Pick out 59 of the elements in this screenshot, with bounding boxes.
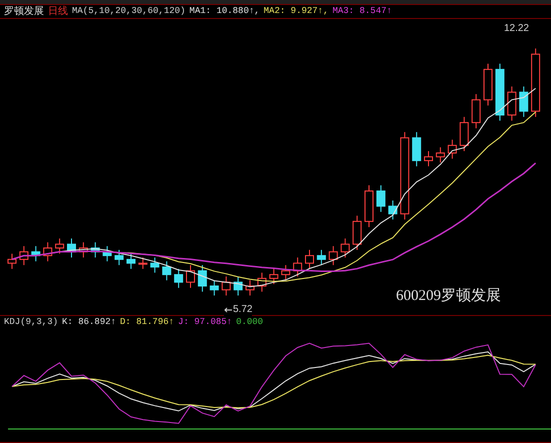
chart-caption: 600209罗顿发展 — [396, 287, 501, 306]
candlestick — [198, 264, 207, 292]
kdj-spec: KDJ(9,3,3) — [4, 316, 58, 329]
candlestick — [364, 184, 374, 228]
candlestick — [246, 280, 254, 296]
candlestick — [340, 238, 350, 258]
candlestick — [412, 132, 422, 167]
candlestick — [376, 184, 386, 212]
period-label: 日线 — [48, 4, 68, 19]
candlestick — [138, 257, 148, 270]
candlestick — [19, 246, 28, 266]
candlestick — [531, 48, 540, 118]
ma-value: MA1: 10.880↑, — [189, 4, 260, 18]
candlestick — [43, 242, 52, 262]
candlestick — [78, 242, 88, 258]
candlestick — [281, 264, 290, 281]
candlestick — [316, 249, 326, 266]
high-price-label: 12.22 — [504, 22, 529, 36]
candlestick — [472, 94, 481, 129]
candlestick — [448, 139, 457, 160]
ma-spec: MA(5,10,20,30,60,120) — [72, 4, 186, 18]
candlestick — [150, 257, 160, 274]
candlestick — [424, 150, 433, 167]
stock-name: 罗顿发展 — [4, 5, 44, 19]
candlestick — [305, 249, 314, 270]
candlestick — [436, 146, 445, 163]
candlestick — [388, 200, 398, 220]
candlestick — [31, 246, 40, 262]
candlestick — [222, 276, 231, 296]
candlestick — [114, 249, 124, 266]
candlestick — [484, 63, 492, 106]
kdj-value: K: 86.892↑ — [62, 316, 116, 329]
ma-value: MA3: 8.547↑ — [332, 4, 392, 18]
kdj-value: D: 81.796↑ — [120, 316, 174, 329]
candlestick — [186, 264, 195, 288]
candlestick — [102, 246, 112, 262]
candlestick — [507, 86, 516, 122]
candlestick — [8, 253, 16, 270]
candlestick — [293, 257, 302, 277]
candlestick — [174, 268, 184, 288]
ma-value: MA2: 9.927↑, — [264, 4, 328, 18]
candlestick — [234, 276, 243, 296]
kdj-value: 0.000 — [236, 316, 264, 329]
candlestick — [328, 246, 338, 266]
candlestick — [210, 280, 219, 296]
candlestick — [126, 253, 136, 270]
candlestick — [460, 116, 469, 152]
low-price-label: 5.72 — [233, 303, 252, 317]
kdj-value: J: 97.085↑ — [178, 316, 232, 329]
candlestick — [257, 272, 266, 292]
candlestick — [55, 238, 64, 254]
candlestick — [519, 86, 528, 118]
candlestick — [269, 268, 278, 285]
candlestick — [162, 260, 172, 281]
candlestick — [495, 63, 504, 122]
candlestick — [352, 215, 362, 250]
candlestick — [67, 238, 76, 258]
arrow-icon — [224, 306, 232, 312]
candlestick — [90, 242, 100, 258]
